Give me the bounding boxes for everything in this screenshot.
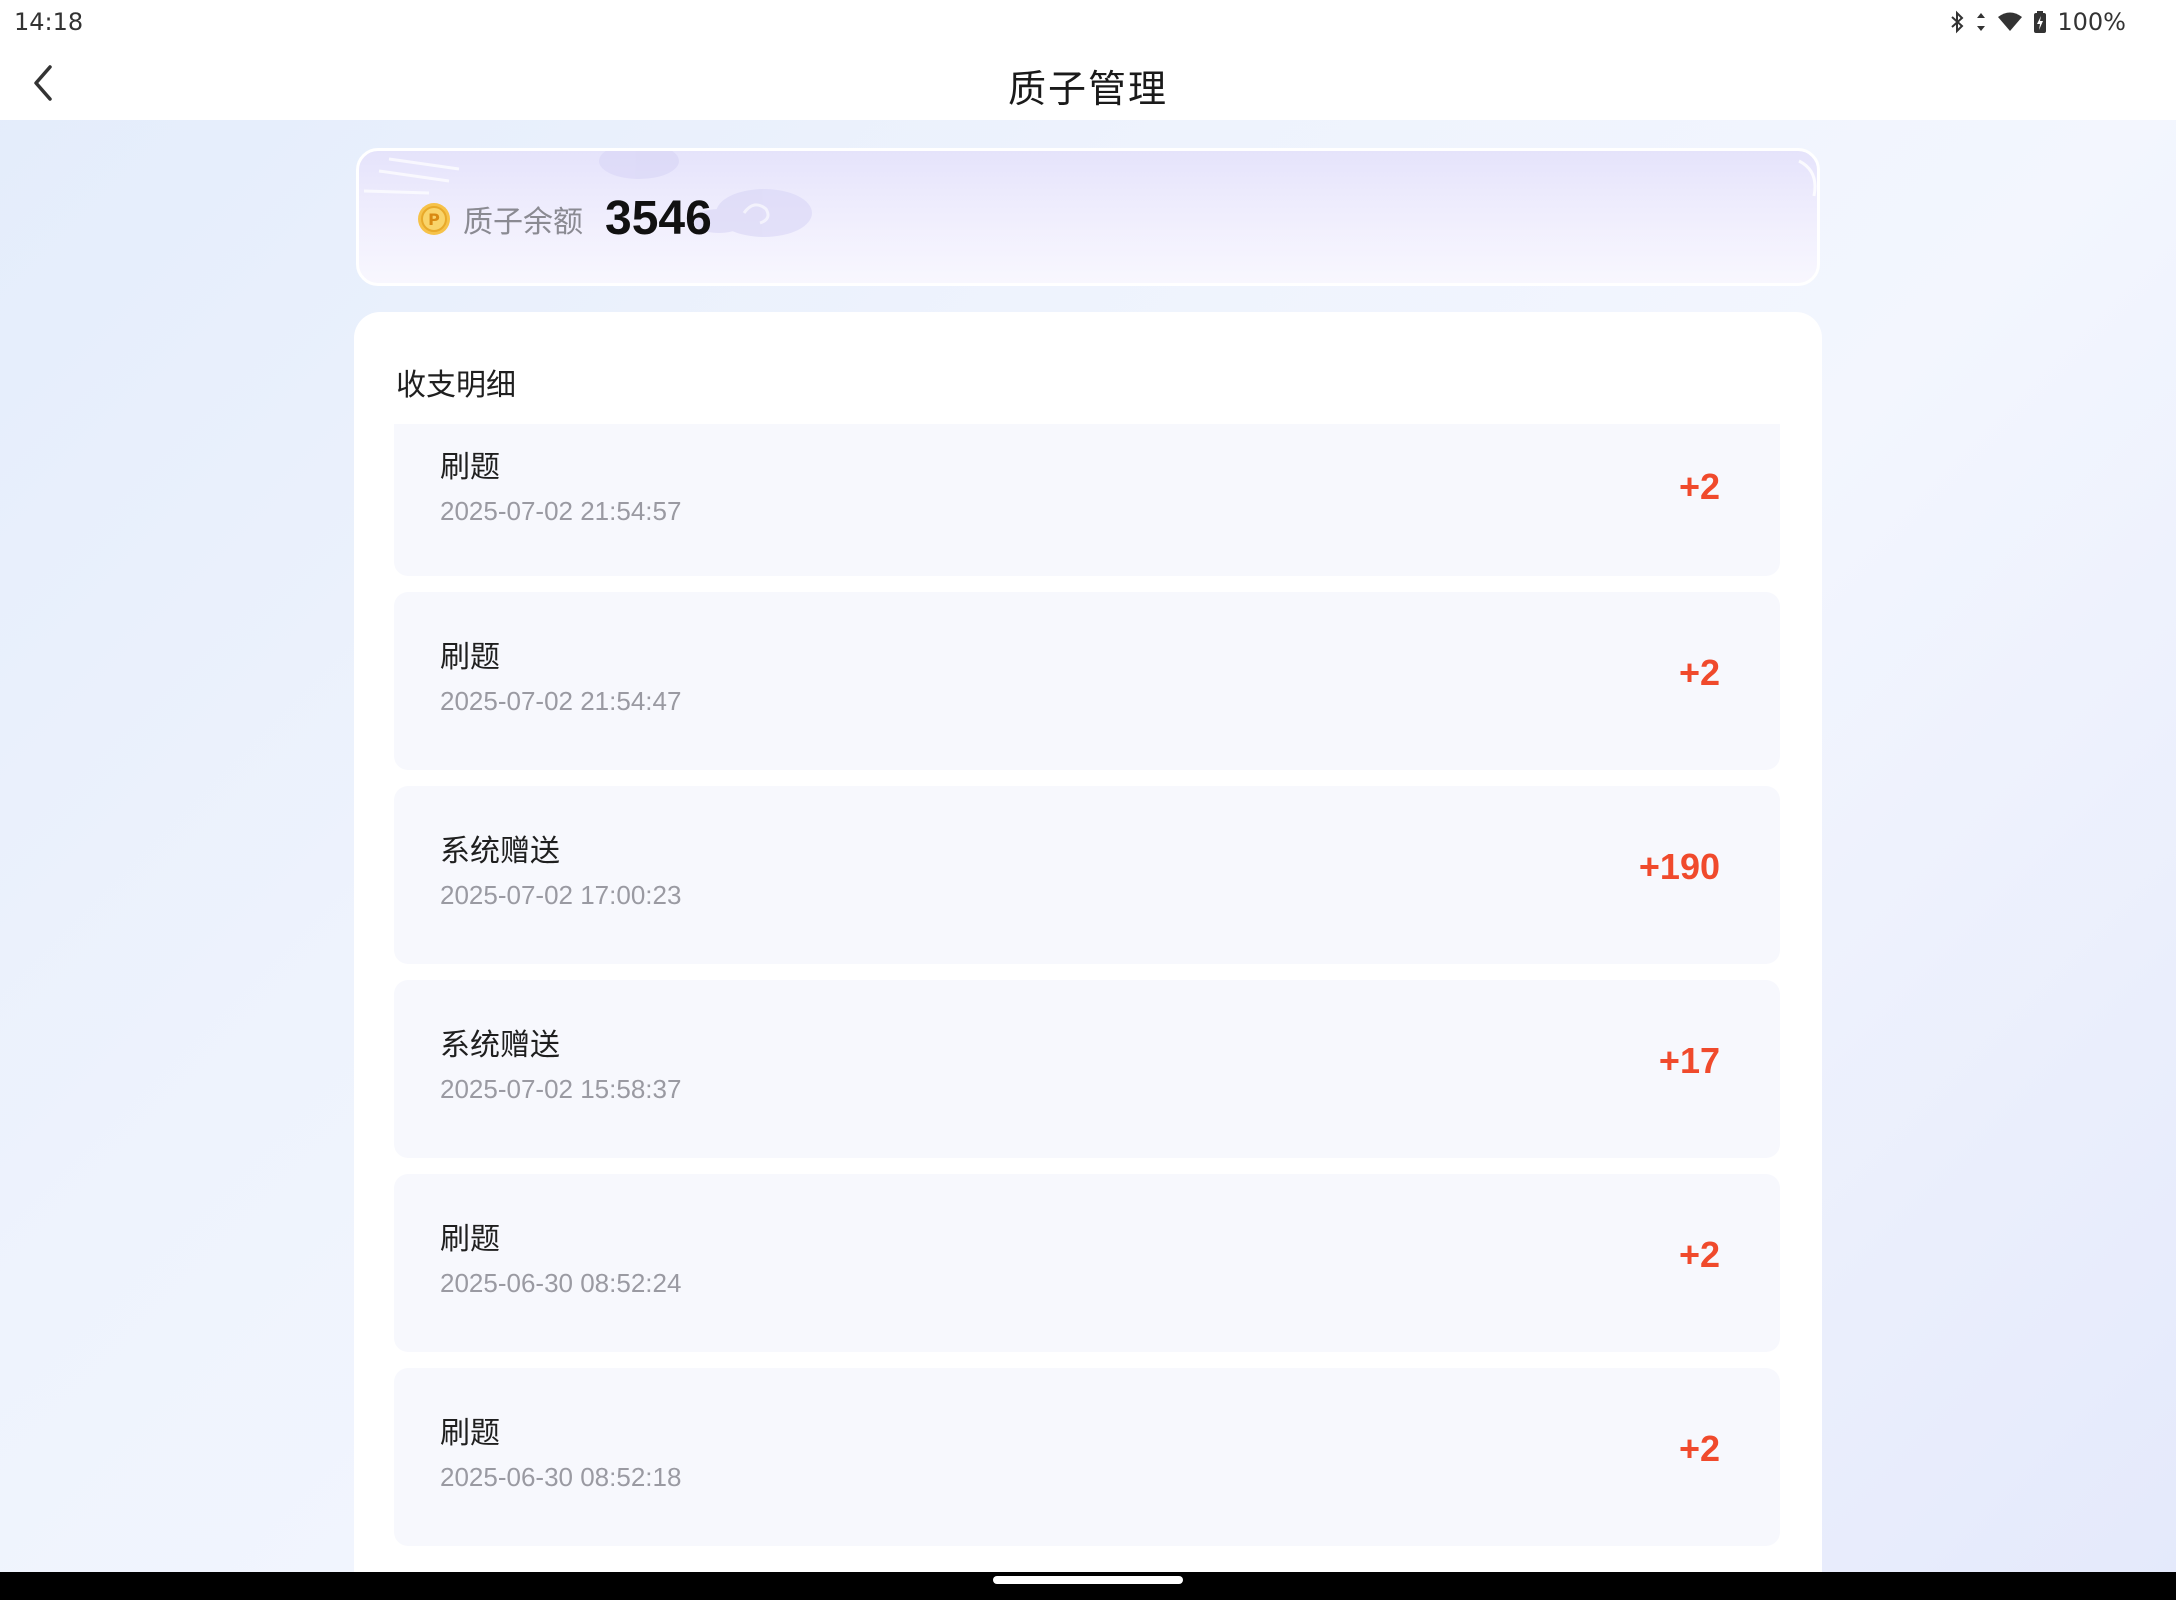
record-amount: +2	[1678, 652, 1720, 693]
status-bar: 14:18 100%	[0, 0, 2176, 44]
record-name: 系统赠送	[440, 834, 560, 869]
record-name: 刷题	[440, 450, 500, 485]
status-icons: 100%	[1949, 8, 2126, 36]
record-time: 2025-07-02 15:58:37	[440, 1074, 682, 1104]
balance-card: P 质子余额 3546	[356, 148, 1820, 286]
record-item[interactable]: 刷题 2025-07-02 21:54:47 +2	[394, 592, 1780, 770]
record-amount: +2	[1678, 1428, 1720, 1469]
record-amount: +2	[1678, 466, 1720, 507]
record-item[interactable]: 刷题 2025-07-02 21:54:57 +2	[394, 424, 1780, 576]
record-time: 2025-06-30 08:52:18	[440, 1462, 682, 1492]
nav-bar: 质子管理	[0, 44, 2176, 120]
record-time: 2025-07-02 21:54:47	[440, 686, 682, 716]
record-item[interactable]: 刷题 2025-06-30 08:52:18 +2	[394, 1368, 1780, 1546]
gesture-bar	[0, 1572, 2176, 1600]
record-name: 刷题	[440, 1416, 500, 1451]
coin-icon: P	[418, 202, 450, 235]
record-item[interactable]: 刷题 2025-06-30 08:52:24 +2	[394, 1174, 1780, 1352]
record-item[interactable]: 系统赠送 2025-07-02 15:58:37 +17	[394, 980, 1780, 1158]
record-time: 2025-07-02 21:54:57	[440, 496, 682, 526]
page-title: 质子管理	[1007, 67, 1168, 111]
record-list: 刷题 2025-07-02 21:54:57 +2 刷题 2025-07-02 …	[394, 424, 1780, 1562]
record-name: 刷题	[440, 640, 500, 675]
balance-label: 质子余额	[463, 204, 583, 240]
status-time: 14:18	[14, 8, 84, 36]
wifi-icon	[1997, 11, 2023, 33]
record-time: 2025-07-02 17:00:23	[440, 880, 682, 910]
home-gesture-handle[interactable]	[993, 1576, 1183, 1584]
record-amount: +17	[1658, 1040, 1720, 1081]
data-arrows-icon	[1975, 10, 1987, 34]
record-amount: +2	[1678, 1234, 1720, 1275]
battery-icon	[2033, 10, 2047, 34]
record-name: 刷题	[440, 1222, 500, 1257]
record-item[interactable]: 系统赠送 2025-07-02 17:00:23 +190	[394, 786, 1780, 964]
svg-text:P: P	[428, 210, 440, 229]
battery-percent: 100%	[2057, 8, 2126, 36]
record-amount: +190	[1638, 846, 1720, 887]
balance-row: P 质子余额 3546	[417, 191, 712, 246]
section-title: 收支明细	[396, 368, 516, 403]
record-time: 2025-06-30 08:52:24	[440, 1268, 682, 1298]
detail-panel: 收支明细 刷题 2025-07-02 21:54:57 +2 刷题 2025-0…	[354, 312, 1822, 1582]
bluetooth-icon	[1949, 10, 1965, 34]
record-name: 系统赠送	[440, 1028, 560, 1063]
balance-value: 3546	[605, 192, 712, 245]
